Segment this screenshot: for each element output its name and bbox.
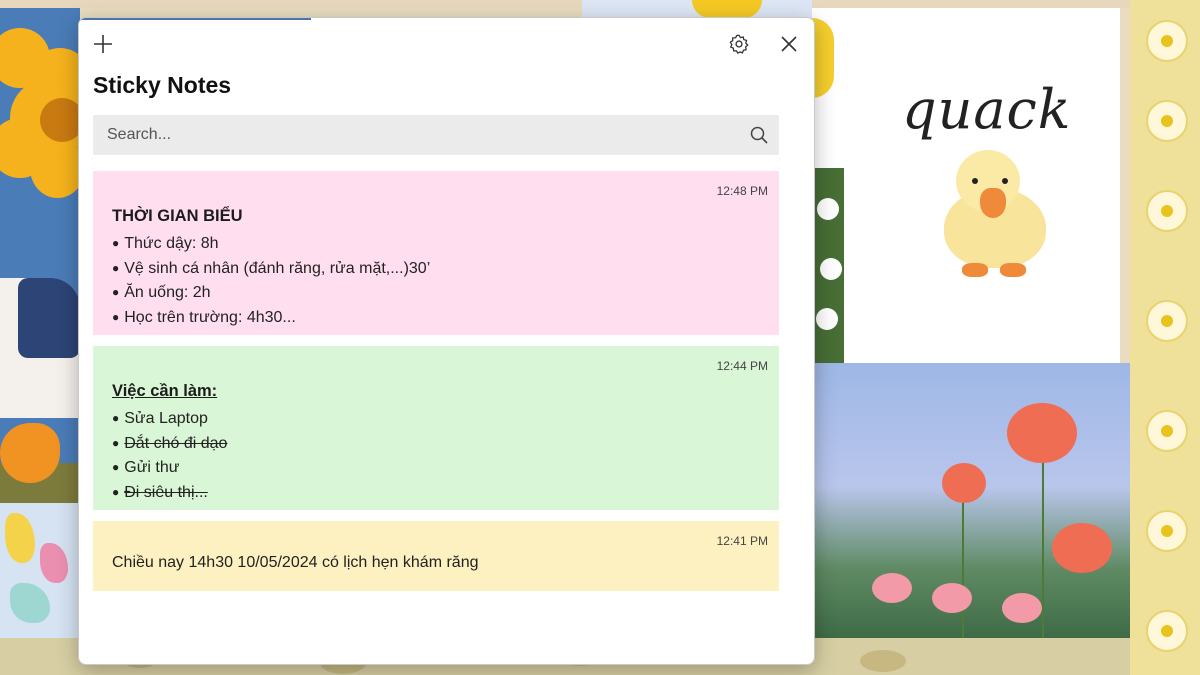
new-note-button[interactable] (89, 30, 117, 58)
note-timestamp: 12:44 PM (716, 359, 768, 373)
note-timestamp: 12:41 PM (716, 534, 768, 548)
bullet-icon: ● (112, 260, 120, 275)
note-card-todo[interactable]: 12:44 PM Việc cần làm: ● Sửa Laptop ● Dắt … (93, 346, 779, 510)
sticky-notes-window: Sticky Notes 12:48 PM THỜI GIAN BIỂU ●Th… (78, 17, 815, 665)
note-heading: Việc cần làm: (112, 382, 218, 400)
note-bullet-item: ● Gửi thư (112, 459, 180, 476)
background-flower-field-art (812, 363, 1130, 638)
note-card-appointment[interactable]: 12:41 PM Chiều nay 14h30 10/05/2024 có l… (93, 521, 779, 591)
background-pastel-art (0, 503, 80, 638)
bullet-icon: ● (112, 309, 120, 324)
note-bullet-item: ● Học trên trường: 4h30... (112, 308, 296, 326)
note-bullet-item: ● Vệ sinh cá nhân (đánh răng, rửa mặt,...… (112, 259, 431, 277)
search-icon[interactable] (749, 125, 769, 145)
background-floral-border (1130, 0, 1200, 675)
note-timestamp: 12:48 PM (716, 184, 768, 198)
search-input[interactable] (93, 116, 729, 154)
gear-icon (729, 34, 749, 54)
background-daisy-art (812, 168, 844, 363)
background-quack-card: quack (844, 8, 1120, 363)
background-strip (0, 0, 1130, 8)
background-yellow-duck (812, 8, 844, 168)
note-bullet-item-done: ● Dắt chó đi dạo (112, 434, 228, 452)
note-bullet-item: ● Ăn uống: 2h (112, 284, 211, 301)
note-heading: THỜI GIAN BIỂU (112, 207, 243, 225)
note-bullet-item: ● Sửa Laptop (112, 410, 208, 427)
note-bullet-item-done: ● Đi siêu thị... (112, 483, 208, 501)
bullet-icon: ● (112, 411, 120, 425)
search-bar[interactable] (93, 115, 779, 155)
bullet-icon: ● (112, 285, 120, 299)
bullet-icon: ● (112, 435, 120, 450)
note-text: Chiều nay 14h30 10/05/2024 có lịch hẹn k… (112, 554, 479, 571)
background-sunflower-art (0, 8, 80, 503)
bullet-icon: ● (112, 460, 120, 474)
app-title: Sticky Notes (93, 72, 232, 98)
plus-icon (94, 35, 112, 53)
note-card-schedule[interactable]: 12:48 PM THỜI GIAN BIỂU ● Thức dậy: 8h ● V… (93, 171, 779, 335)
notes-list: 12:48 PM THỜI GIAN BIỂU ● Thức dậy: 8h ● V… (93, 171, 779, 602)
note-bullet-item: ● Thức dậy: 8h (112, 235, 219, 252)
close-icon (781, 36, 797, 52)
quack-text: quack (902, 78, 1072, 141)
background-duck-art (582, 0, 812, 18)
bullet-icon: ● (112, 236, 120, 250)
window-accent-line (79, 18, 311, 20)
settings-button[interactable] (725, 30, 753, 58)
bullet-icon: ● (112, 484, 120, 499)
close-button[interactable] (775, 30, 803, 58)
duck-illustration (692, 0, 762, 18)
